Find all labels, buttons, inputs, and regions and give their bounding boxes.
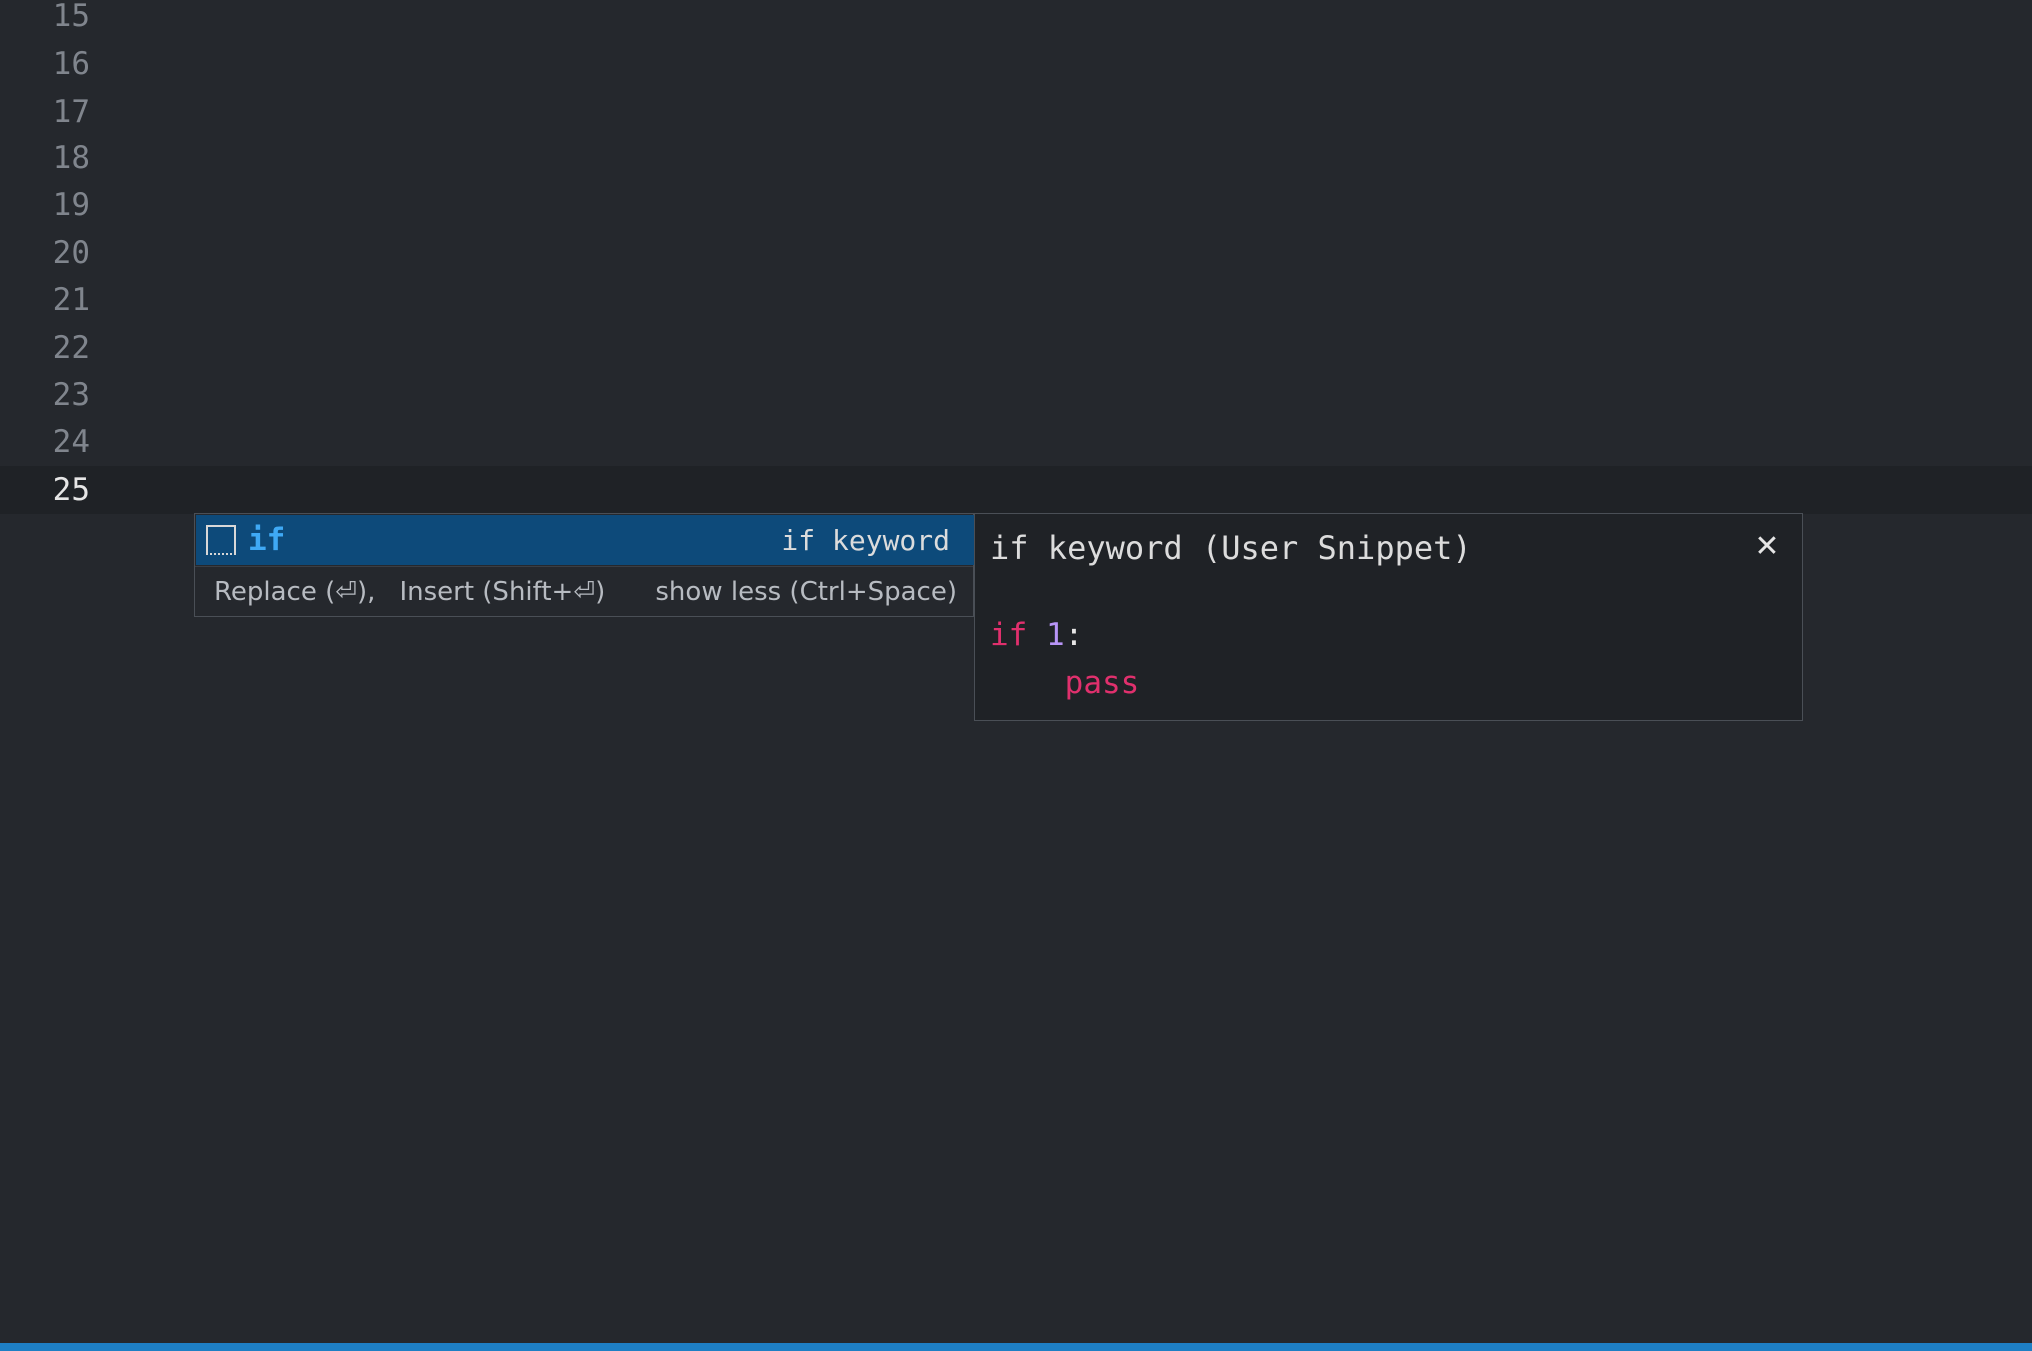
snippet-number: 1 (1046, 617, 1065, 653)
replace-hint: Replace (⏎), (214, 576, 376, 607)
suggestion-widget[interactable]: if if keyword Replace (⏎), Insert (Shift… (194, 513, 974, 617)
suggestion-detail: if keyword (781, 523, 950, 557)
line-number: 18 (52, 140, 90, 176)
code-line-25[interactable]: if1: (157, 466, 325, 559)
suggestion-item-if[interactable]: if if keyword (196, 515, 974, 565)
snippet-icon (206, 525, 236, 555)
line-number-active: 25 (52, 472, 90, 508)
insert-hint: Insert (Shift+⏎) (399, 576, 606, 607)
line-number: 21 (52, 282, 90, 318)
line-number: 19 (52, 187, 90, 223)
details-title: if keyword (User Snippet) (990, 529, 1472, 567)
snippet-colon: : (1064, 617, 1084, 653)
line-number: 16 (52, 46, 90, 82)
snippet-body: pass (1064, 665, 1140, 701)
line-number: 20 (52, 235, 90, 271)
suggestion-label: if (248, 522, 286, 558)
line-number: 22 (52, 330, 90, 366)
line-number: 23 (52, 377, 90, 413)
suggestion-status-bar: Replace (⏎), Insert (Shift+⏎) show less … (195, 566, 973, 616)
snippet-keyword: if (990, 617, 1028, 653)
line-number: 24 (52, 424, 90, 460)
line-number: 17 (52, 94, 90, 130)
close-icon[interactable]: ✕ (1750, 530, 1784, 564)
status-bar (0, 1343, 2032, 1351)
snippet-preview: if 1: pass (990, 611, 1139, 707)
suggestion-details-panel: if keyword (User Snippet) ✕ if 1: pass (974, 513, 1803, 721)
line-number: 15 (52, 0, 90, 34)
show-less-toggle[interactable]: show less (Ctrl+Space) (655, 577, 957, 607)
